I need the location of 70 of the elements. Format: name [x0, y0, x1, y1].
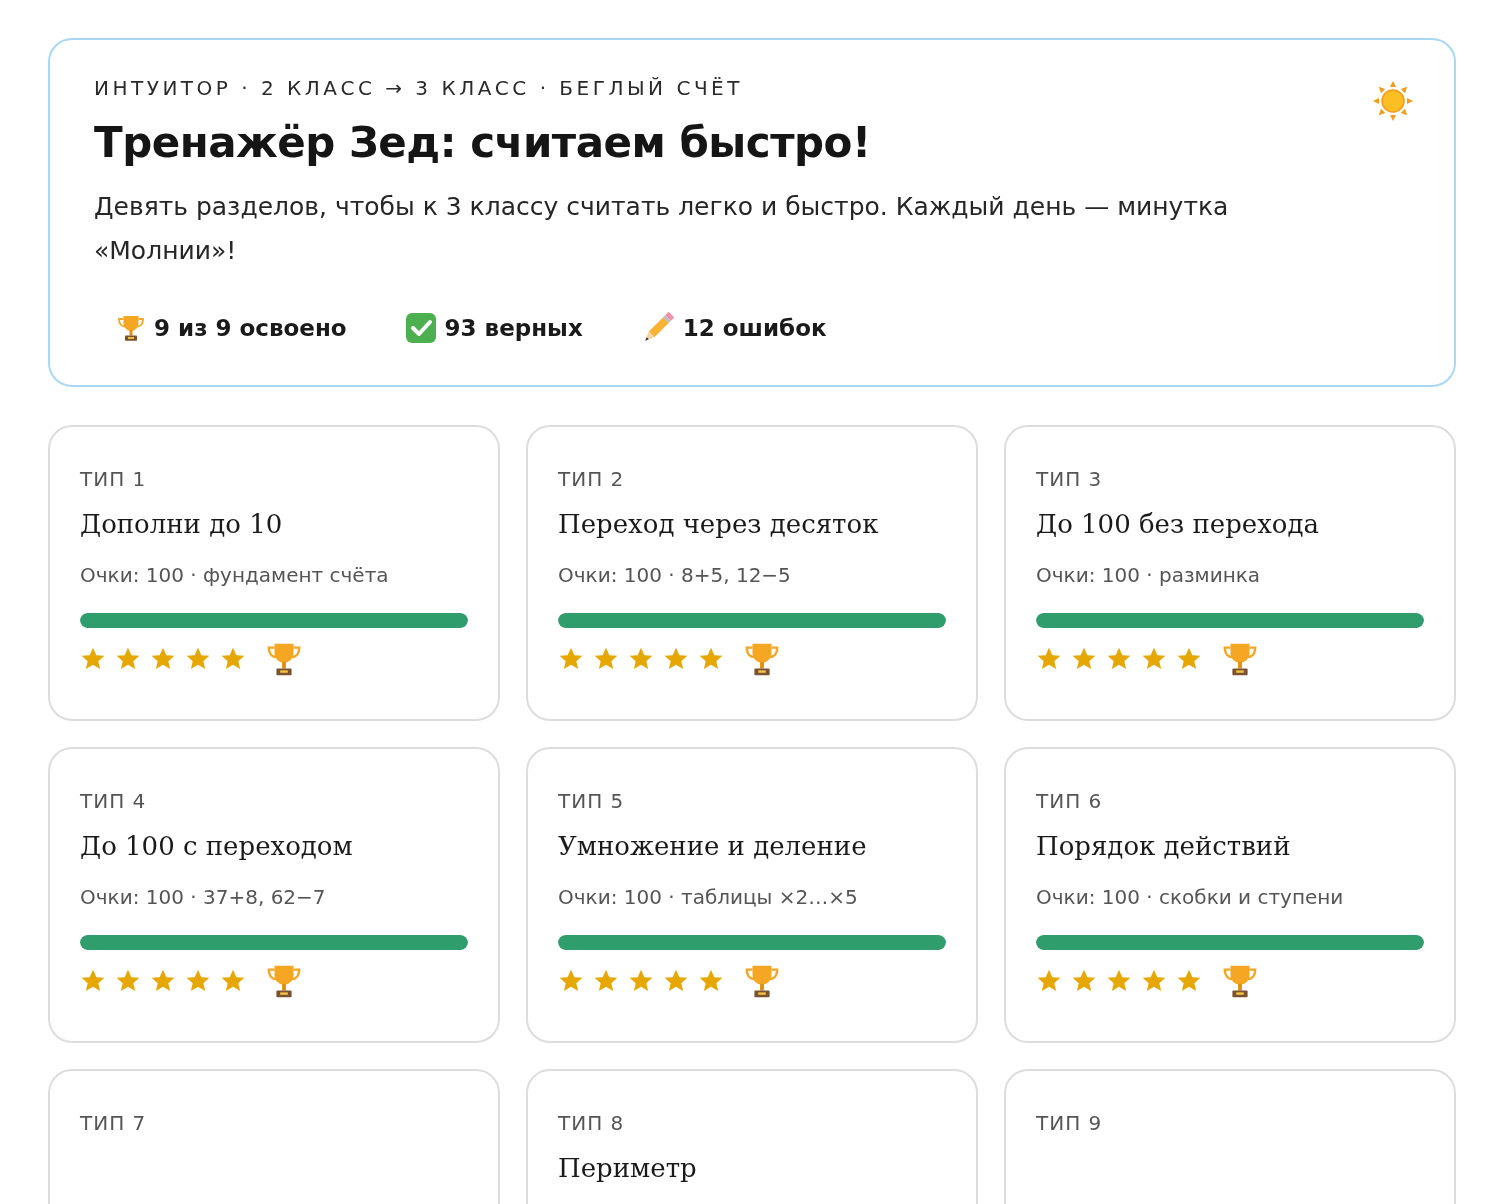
star-icon	[1141, 968, 1167, 994]
star-icon	[150, 968, 176, 994]
section-title: Порядок действий	[1036, 831, 1292, 861]
section-label: ТИП 9	[1036, 1111, 1104, 1135]
star-icon	[558, 646, 584, 672]
sun-icon	[1372, 80, 1414, 122]
description: Девять разделов, чтобы к 3 классу считать легко и быстро. Каждый день — минутка «Молнии»!	[94, 191, 1230, 267]
section-label: ТИП 1	[80, 467, 148, 491]
section-title: Периметр	[558, 1153, 698, 1183]
star-icon	[628, 968, 654, 994]
star-icon	[1071, 646, 1097, 672]
section-label: ТИП 4	[80, 789, 148, 813]
section-meta: Очки: 100 · скобки и ступени	[1036, 885, 1345, 909]
section-meta: Очки: 100 · таблицы ×2…×5	[558, 885, 859, 909]
trophy-icon	[116, 313, 146, 343]
star-icon	[663, 968, 689, 994]
breadcrumb: ИНТУИТОР · 2 КЛАСС → 3 КЛАСС · БЕГЛЫЙ СЧЁТ	[94, 76, 744, 100]
stat-text: 9 из 9 освоено	[154, 315, 347, 341]
star-icon	[1106, 968, 1132, 994]
section-card[interactable]: ТИП 4 До 100 с переходом Очки: 100 · 37+8, 62−7	[48, 747, 500, 1043]
section-card[interactable]: ТИП 1 Дополни до 10 Очки: 100 · фундамент счёта	[48, 425, 500, 721]
section-title: До 100 с переходом	[80, 831, 354, 861]
section-title: Дополни до 10	[80, 509, 284, 539]
section-card[interactable]: ТИП 7	[48, 1069, 500, 1204]
section-title: Умножение и деление	[558, 831, 868, 861]
section-card[interactable]: ТИП 5 Умножение и деление Очки: 100 · таблицы ×2…×5	[526, 747, 978, 1043]
section-card[interactable]: ТИП 3 До 100 без перехода Очки: 100 · разминка	[1004, 425, 1456, 721]
star-icon	[115, 646, 141, 672]
star-icon	[593, 968, 619, 994]
checkmark-icon	[404, 312, 437, 344]
star-icon	[1176, 968, 1202, 994]
star-icon	[220, 968, 246, 994]
section-label: ТИП 3	[1036, 467, 1104, 491]
section-card[interactable]: ТИП 2 Переход через десяток Очки: 100 · 8+5, 12−5	[526, 425, 978, 721]
star-icon	[185, 968, 211, 994]
star-icon	[1176, 646, 1202, 672]
star-icon	[185, 646, 211, 672]
star-icon	[1071, 968, 1097, 994]
section-card[interactable]: ТИП 6 Порядок действий Очки: 100 · скобки и ступени	[1004, 747, 1456, 1043]
star-icon	[220, 646, 246, 672]
stat-text: 12 ошибок	[682, 315, 827, 341]
star-icon	[698, 968, 724, 994]
section-meta: Очки: 100 · разминка	[1036, 563, 1262, 587]
section-meta: Очки: 100 · 8+5, 12−5	[558, 563, 792, 587]
star-icon	[1106, 646, 1132, 672]
star-icon	[698, 646, 724, 672]
star-icon	[1141, 646, 1167, 672]
section-card[interactable]: ТИП 9	[1004, 1069, 1456, 1204]
star-icon	[663, 646, 689, 672]
star-icon	[593, 646, 619, 672]
star-icon	[80, 968, 106, 994]
star-icon	[558, 968, 584, 994]
section-label: ТИП 8	[558, 1111, 626, 1135]
section-meta: Очки: 100 · 37+8, 62−7	[80, 885, 327, 909]
star-icon	[115, 968, 141, 994]
section-card[interactable]: ТИП 8 Периметр	[526, 1069, 978, 1204]
section-meta: Очки: 100 · фундамент счёта	[80, 563, 390, 587]
stat-text: 93 верных	[444, 315, 583, 341]
star-icon	[150, 646, 176, 672]
section-label: ТИП 6	[1036, 789, 1104, 813]
section-title: Переход через десяток	[558, 509, 880, 539]
star-icon	[1036, 646, 1062, 672]
star-icon	[628, 646, 654, 672]
star-icon	[80, 646, 106, 672]
section-label: ТИП 2	[558, 467, 626, 491]
section-label: ТИП 7	[80, 1111, 148, 1135]
star-icon	[1036, 968, 1062, 994]
page-title: Тренажёр Зед: считаем быстро!	[94, 118, 872, 167]
section-label: ТИП 5	[558, 789, 626, 813]
section-title: До 100 без перехода	[1036, 509, 1320, 539]
